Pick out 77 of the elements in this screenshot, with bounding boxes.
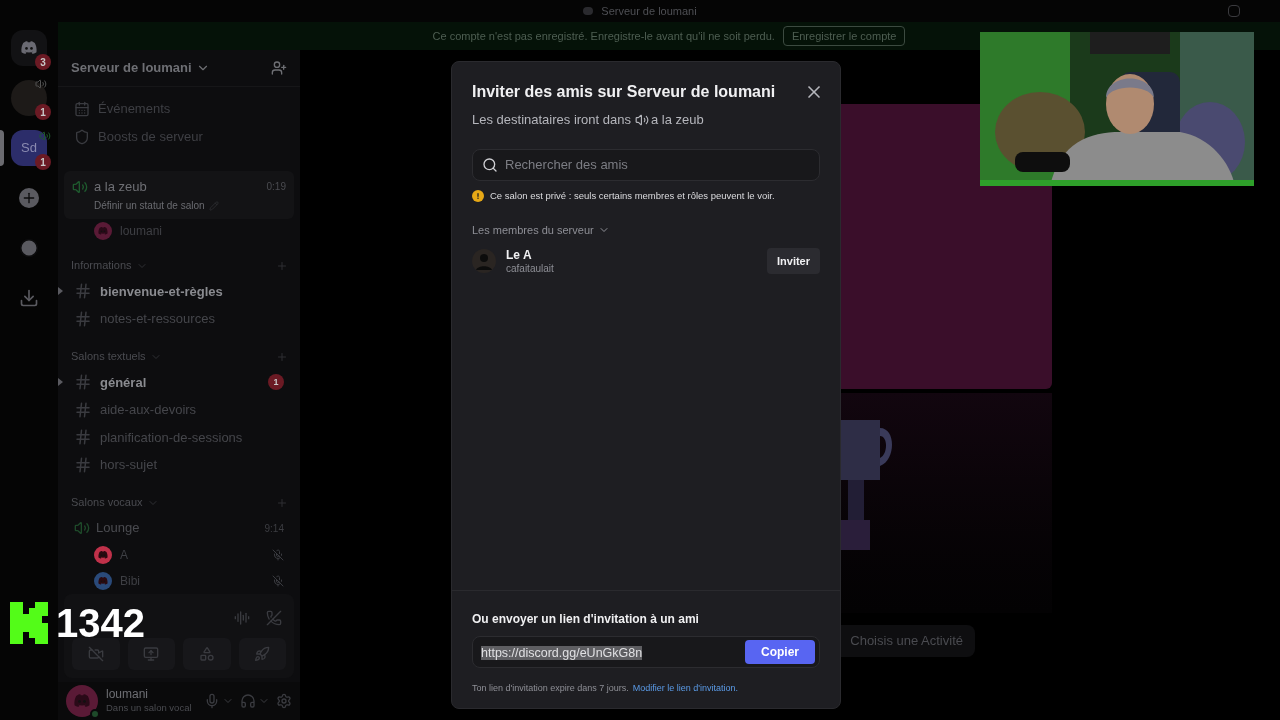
activities-button[interactable] [183, 637, 231, 670]
unread-badge: 1 [35, 104, 51, 120]
private-notice: Ce salon est privé : seuls certains membres et rôles peuvent le voir. [490, 188, 775, 203]
add-channel-icon[interactable] [276, 350, 288, 363]
member-name: Le A [506, 247, 533, 263]
camera-off-button[interactable] [72, 637, 120, 670]
expiry-note: Ton lien d'invitation expire dans 7 jours. [472, 681, 629, 695]
hash-icon [74, 309, 92, 328]
invite-link-field[interactable]: https://discord.gg/eUnGkG8n Copier [472, 635, 820, 668]
server-avatar[interactable] [11, 80, 47, 116]
category-header[interactable]: Informations [71, 257, 132, 274]
edit-link[interactable]: Modifier le lien d'invitation. [632, 681, 739, 695]
user-avatar [472, 249, 496, 274]
hash-icon [74, 373, 92, 392]
monitor-icon [143, 645, 160, 662]
rocket-icon [254, 645, 271, 662]
shield-icon [74, 128, 90, 145]
server-mini-icon [583, 7, 594, 15]
link-section-title: Ou envoyer un lien d'invitation à un ami [472, 610, 700, 628]
unread-badge: 3 [35, 54, 51, 70]
channel-name[interactable]: aide-aux-devoirs [100, 400, 284, 420]
channel-name[interactable]: général [100, 372, 268, 393]
speaker-icon [635, 112, 649, 127]
speaker-icon [35, 78, 47, 90]
category-header[interactable]: Salons vocaux [71, 494, 143, 511]
user-name: loumani [106, 687, 150, 703]
invite-button[interactable]: Inviter [767, 248, 820, 275]
sound-wave-icon[interactable] [234, 609, 250, 626]
dialog-title: Inviter des amis sur Serveur de loumani [472, 82, 777, 102]
register-button[interactable]: Enregistrer le compte [782, 26, 906, 46]
member-username: cafaitaulait [506, 262, 555, 275]
speaker-icon [39, 130, 51, 142]
channel-name[interactable]: notes-et-ressources [100, 309, 284, 329]
channel-name[interactable]: bienvenue-et-règles [100, 281, 284, 302]
dialog-subtitle: Les destinataires iront dans [472, 111, 631, 129]
channel-name[interactable]: planification-de-sessions [100, 427, 284, 448]
speaker-icon [72, 178, 88, 195]
home-button[interactable] [11, 30, 47, 66]
disconnect-icon[interactable] [266, 609, 282, 626]
viewer-count: 1342 [56, 603, 145, 643]
channel-name: a la zeub [651, 111, 704, 129]
calendar-icon [74, 100, 90, 117]
server-name[interactable]: Serveur de loumani [71, 58, 192, 78]
search-icon [482, 156, 498, 173]
invite-icon[interactable] [271, 59, 287, 76]
plus-icon [19, 188, 39, 208]
download-icon [19, 288, 39, 308]
section-header[interactable]: Les membres du serveur [472, 221, 594, 239]
copy-button[interactable]: Copier [745, 639, 815, 664]
headphones-icon[interactable] [240, 692, 256, 709]
hash-icon [74, 428, 92, 447]
channel-name: Lounge [96, 519, 141, 538]
window-title: Serveur de loumani [601, 3, 697, 19]
screen-share-button[interactable] [127, 637, 175, 670]
selected-pill [0, 130, 4, 166]
banner-text: Ce compte n'est pas enregistré. Enregistre-le avant qu'il ne soit perdu. [432, 28, 775, 44]
soundboard-button[interactable] [238, 637, 286, 670]
channel-name: a la zeub [94, 177, 148, 196]
search-field[interactable]: Rechercher des amis [472, 148, 820, 181]
speaker-icon [74, 520, 90, 537]
add-channel-icon[interactable] [276, 496, 288, 509]
shapes-icon [198, 645, 215, 662]
channel-name[interactable]: hors-sujet [100, 455, 284, 475]
k-logo-icon [10, 602, 48, 644]
unread-badge: 1 [35, 154, 51, 170]
warning-icon [472, 189, 484, 202]
add-channel-icon[interactable] [276, 259, 288, 272]
invite-link: https://discord.gg/eUnGkG8n [481, 645, 643, 660]
hash-icon [74, 400, 92, 419]
settings-icon[interactable] [276, 692, 292, 709]
hash-icon [74, 455, 92, 474]
channel-status: Définir un statut de salon [94, 199, 205, 214]
category-header[interactable]: Salons textuels [71, 348, 146, 365]
camera-off-icon [87, 645, 104, 662]
hash-icon [74, 282, 92, 301]
mention-badge: 1 [268, 374, 284, 391]
microphone-icon[interactable] [204, 692, 220, 709]
